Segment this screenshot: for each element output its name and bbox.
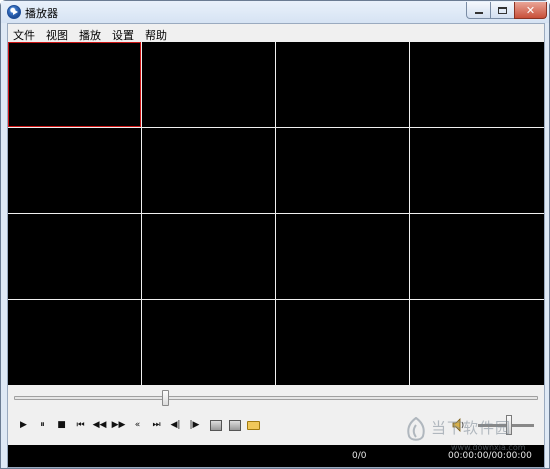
rewind-button[interactable]: ◀◀ xyxy=(90,416,109,434)
close-button[interactable]: ✕ xyxy=(514,2,547,19)
stop-icon: ■ xyxy=(57,419,66,430)
video-cell[interactable] xyxy=(276,300,409,385)
menu-file[interactable]: 文件 xyxy=(8,24,41,42)
maximize-button[interactable] xyxy=(490,2,515,19)
slower-icon: « xyxy=(134,419,141,430)
video-cell[interactable] xyxy=(410,214,544,299)
menu-play[interactable]: 播放 xyxy=(74,24,107,42)
snapshot-icon xyxy=(209,419,222,431)
seek-thumb[interactable] xyxy=(162,390,169,406)
rewind-icon: ◀◀ xyxy=(92,419,107,430)
zoom-icon xyxy=(228,419,241,431)
pause-button[interactable]: ⏸ xyxy=(33,416,52,434)
playback-controls: ▶ ⏸ ■ ⏮ ◀◀ ▶▶ « ⏭ ◀| |▶ xyxy=(14,416,263,434)
speaker-icon xyxy=(452,418,464,432)
player-window: 播放器 ✕ 文件 视图 播放 设置 帮助 ▶ ⏸ ■ ⏮ ◀◀ ▶▶ « ⏭ ◀| |▶ xyxy=(0,0,550,469)
video-cell[interactable] xyxy=(142,214,275,299)
video-cell[interactable] xyxy=(276,42,409,127)
seek-bar[interactable] xyxy=(14,390,538,406)
video-cell[interactable] xyxy=(410,300,544,385)
video-cell[interactable] xyxy=(8,214,141,299)
app-icon xyxy=(7,5,21,19)
pause-icon: ⏸ xyxy=(40,419,45,430)
window-title: 播放器 xyxy=(25,7,58,20)
status-count: 0/0 xyxy=(352,451,367,461)
video-cell-selected[interactable] xyxy=(8,42,141,127)
open-folder-button[interactable] xyxy=(244,416,263,434)
client-area: 文件 视图 播放 设置 帮助 ▶ ⏸ ■ ⏮ ◀◀ ▶▶ « ⏭ ◀| |▶ 0/0 00:00:… xyxy=(7,23,545,468)
play-button[interactable]: ▶ xyxy=(14,416,33,434)
menu-view[interactable]: 视图 xyxy=(41,24,74,42)
video-cell[interactable] xyxy=(142,300,275,385)
video-cell[interactable] xyxy=(142,128,275,213)
prev-file-button[interactable]: ⏮ xyxy=(71,416,90,434)
next-file-icon: ⏭ xyxy=(152,419,161,430)
step-back-icon: ◀| xyxy=(170,419,181,430)
zoom-button[interactable] xyxy=(225,416,244,434)
maximize-icon xyxy=(498,6,507,14)
menu-help[interactable]: 帮助 xyxy=(140,24,173,42)
minimize-icon xyxy=(474,12,483,14)
video-area xyxy=(8,42,544,386)
fast-forward-button[interactable]: ▶▶ xyxy=(109,416,128,434)
slower-button[interactable]: « xyxy=(128,416,147,434)
volume-thumb[interactable] xyxy=(506,415,512,435)
step-forward-icon: |▶ xyxy=(189,419,200,430)
stop-button[interactable]: ■ xyxy=(52,416,71,434)
volume-button[interactable] xyxy=(451,417,467,433)
video-cell[interactable] xyxy=(276,214,409,299)
step-forward-button[interactable]: |▶ xyxy=(185,416,204,434)
video-cell[interactable] xyxy=(8,128,141,213)
menu-settings[interactable]: 设置 xyxy=(107,24,140,42)
video-cell[interactable] xyxy=(8,300,141,385)
video-cell[interactable] xyxy=(410,128,544,213)
video-cell[interactable] xyxy=(410,42,544,127)
play-icon: ▶ xyxy=(20,419,27,430)
minimize-button[interactable] xyxy=(466,2,491,19)
snapshot-button[interactable] xyxy=(206,416,225,434)
close-icon: ✕ xyxy=(525,3,536,17)
fast-forward-icon: ▶▶ xyxy=(111,419,126,430)
status-bar: 0/0 00:00:00/00:00:00 xyxy=(8,445,544,467)
open-folder-icon xyxy=(247,420,260,430)
next-file-button[interactable]: ⏭ xyxy=(147,416,166,434)
menu-bar: 文件 视图 播放 设置 帮助 xyxy=(8,24,544,42)
status-time: 00:00:00/00:00:00 xyxy=(448,451,532,461)
video-cell[interactable] xyxy=(276,128,409,213)
step-back-button[interactable]: ◀| xyxy=(166,416,185,434)
prev-file-icon: ⏮ xyxy=(76,419,85,430)
title-bar[interactable]: 播放器 ✕ xyxy=(1,1,549,23)
video-cell[interactable] xyxy=(142,42,275,127)
video-grid xyxy=(8,42,544,386)
